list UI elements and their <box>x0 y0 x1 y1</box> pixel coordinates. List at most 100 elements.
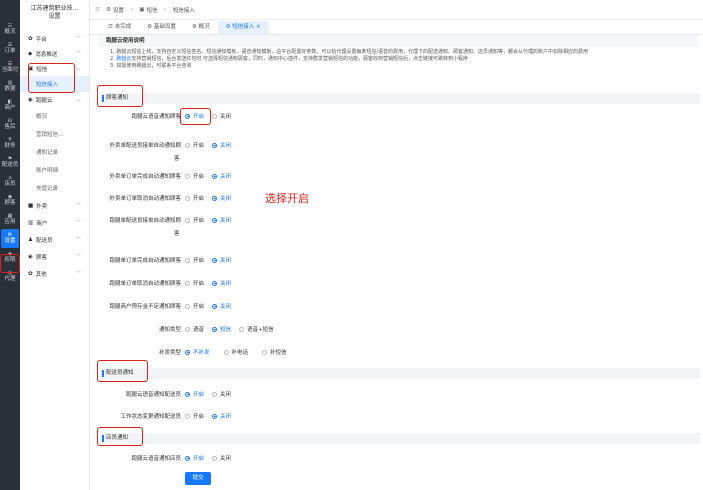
radio-icon <box>185 173 190 179</box>
option-disable[interactable]: 关闭 <box>212 454 231 462</box>
setting-label: 跑腿云语音通知顾客 <box>131 114 181 120</box>
notify-type-voice[interactable]: 语音 <box>185 325 204 333</box>
setting-label: 跑腿单订单完成自动通知顾客 <box>109 258 181 264</box>
option-disable[interactable]: 关闭 <box>212 302 231 310</box>
rail-item-orders[interactable]: ☰ 订单 <box>0 39 20 58</box>
radio-icon <box>262 349 268 355</box>
option-enable[interactable]: 开启 <box>185 172 204 180</box>
option-disable[interactable]: 关闭 <box>212 412 231 420</box>
option-disable[interactable]: 关闭 <box>212 256 231 264</box>
rail-item-couriers[interactable]: ⚑ 配送员 <box>0 153 20 172</box>
radio-icon <box>212 257 218 263</box>
option-label: 关闭 <box>220 258 232 264</box>
radio-icon <box>185 455 190 461</box>
rail-item-after-sales[interactable]: ☊ 售后 <box>0 115 20 134</box>
sidebar-group-merchants[interactable]: ▥ 商户 ﹀ <box>20 214 89 231</box>
group-label: 平台 <box>35 36 47 43</box>
option-label: 开启 <box>193 392 205 398</box>
option-label: 开启 <box>193 218 205 224</box>
sidebar-item-cloud-overview[interactable]: 概况 <box>20 107 89 125</box>
tab-label: 短信接入 <box>232 24 255 30</box>
group-label: 商户 <box>36 220 48 227</box>
rail-item-finance[interactable]: ¥ 财务 <box>0 134 20 153</box>
option-disable[interactable]: 关闭 <box>212 390 231 398</box>
rail-item-data[interactable]: ▥ 数据 <box>0 77 20 96</box>
rail-item-f2f-pay[interactable]: ☰ 当面付 <box>0 58 20 77</box>
option-disable[interactable]: 关闭 <box>212 194 231 202</box>
opt-label: 补电话 <box>231 350 249 356</box>
resend-type-call[interactable]: 补电话 <box>223 348 249 356</box>
option-enable[interactable]: 开启 <box>185 412 204 420</box>
sidebar-group-other[interactable]: ✿ 其他 ﹀ <box>20 265 89 282</box>
option-enable[interactable]: 开启 <box>185 454 204 462</box>
sidebar-group-customers[interactable]: ◉ 顾客 ﹀ <box>20 248 89 265</box>
sms-small-icon: ▣ <box>139 6 145 13</box>
sidebar-group-couriers[interactable]: ♟ 配送员 ﹀ <box>20 231 89 248</box>
rail-item-apps[interactable]: ▦ 应用 <box>0 210 20 229</box>
sidebar-item-notify-records[interactable]: 通知记录 <box>20 143 89 161</box>
chevron-down-icon: ﹀ <box>75 51 81 57</box>
radio-icon <box>212 113 218 119</box>
option-disable[interactable]: 关闭 <box>212 279 231 287</box>
option-enable[interactable]: 开启 <box>185 194 204 202</box>
option-enable[interactable]: 开启 <box>185 279 204 287</box>
gear-icon: ⚙ <box>191 24 199 30</box>
rail-item-customers[interactable]: ◉ 顾客 <box>0 191 20 210</box>
radio-icon <box>212 280 218 286</box>
sidebar-group-paotui-cloud[interactable]: ◉ 跑腿云 ︿ <box>20 92 89 107</box>
option-disable[interactable]: 关闭 <box>212 141 231 149</box>
option-disable[interactable]: 关闭 <box>212 112 231 120</box>
option-enable[interactable]: 开启 <box>185 256 204 264</box>
rail-item-staff[interactable]: ⌂ 店员 <box>0 172 20 191</box>
notify-type-voice-sms[interactable]: 语音+短信 <box>239 325 274 333</box>
option-enable[interactable]: 开启 <box>185 390 204 398</box>
paotui-cloud-link[interactable]: 跑腿云 <box>116 56 131 62</box>
rail-label: 顾客 <box>4 200 16 206</box>
school-subtitle: 设置 <box>48 13 61 20</box>
resend-type-sms[interactable]: 补短信 <box>262 348 287 356</box>
rail-label: 设置 <box>4 238 16 244</box>
tab-basic-settings[interactable]: ⚙ 基础设置 <box>139 21 184 34</box>
rail-item-merchants[interactable]: ◧ 商户 <box>0 96 20 115</box>
submit-button[interactable]: 提交 <box>185 472 211 485</box>
rail-label: 店员 <box>4 181 16 187</box>
breadcrumb-item-sms[interactable]: 短信 <box>146 6 157 14</box>
option-enable[interactable]: 开启 <box>185 302 204 310</box>
sidebar-item-recharge-records[interactable]: 充值记录 <box>20 179 89 197</box>
sidebar-item-marketing-sms[interactable]: 营销短信... <box>20 125 89 143</box>
tab-overview[interactable]: ⚙ 概况 <box>184 21 218 34</box>
tab-sms-access[interactable]: ⚙ 短信接入 × <box>217 21 269 34</box>
rail-label: 数据 <box>4 86 16 92</box>
resend-type-none[interactable]: 不补发 <box>185 348 210 356</box>
rail-label: 应用 <box>4 219 16 225</box>
settings-small-icon: ⚙ <box>105 6 111 13</box>
customer-row: 外卖单配送员接单自动通知顾 开启 关闭 <box>98 140 239 150</box>
sidebar-item-account-details[interactable]: 账户明细 <box>20 161 89 179</box>
setting-label-wrap: 客 <box>174 231 180 237</box>
option-enable[interactable]: 开启 <box>185 216 204 224</box>
staff-row: 跑腿云语音通知店员 开启 关闭 <box>98 453 239 463</box>
sidebar-group-push[interactable]: ◆ 消息推送 ﹀ <box>20 46 89 61</box>
sidebar-group-takeout[interactable]: ■ 外卖 ﹀ <box>20 197 89 214</box>
option-enable[interactable]: 开启 <box>185 141 204 149</box>
courier-row: 工作状态变更通知配送员 开启 关闭 <box>98 411 239 421</box>
chevron-down-icon: ﹀ <box>75 271 81 277</box>
tab-incomplete[interactable]: ☰ 未完成 <box>100 21 139 34</box>
close-icon[interactable]: × <box>254 24 261 30</box>
group-label: 外卖 <box>36 203 48 210</box>
radio-icon <box>185 142 190 148</box>
option-disable[interactable]: 关闭 <box>212 216 231 224</box>
rail-item-overview[interactable]: ☷ 概况 <box>0 20 20 39</box>
chevron-down-icon: ﹀ <box>75 254 81 260</box>
option-disable[interactable]: 关闭 <box>212 172 231 180</box>
chevron-down-icon: ﹀ <box>75 220 81 226</box>
option-label: 关闭 <box>220 281 232 287</box>
option-label: 开启 <box>193 414 205 420</box>
sidebar-group-platform[interactable]: ✿ 平台 ﹀ <box>20 31 89 46</box>
rail-item-settings[interactable]: ⚙ 设置 <box>1 229 19 248</box>
section-courier-notify: 配送员通知 <box>100 368 700 379</box>
radio-icon <box>185 217 190 223</box>
notify-type-sms[interactable]: 短信 <box>212 325 231 333</box>
collapse-icon[interactable]: ☰ <box>95 7 100 13</box>
breadcrumb-item-settings[interactable]: 设置 <box>113 6 124 14</box>
